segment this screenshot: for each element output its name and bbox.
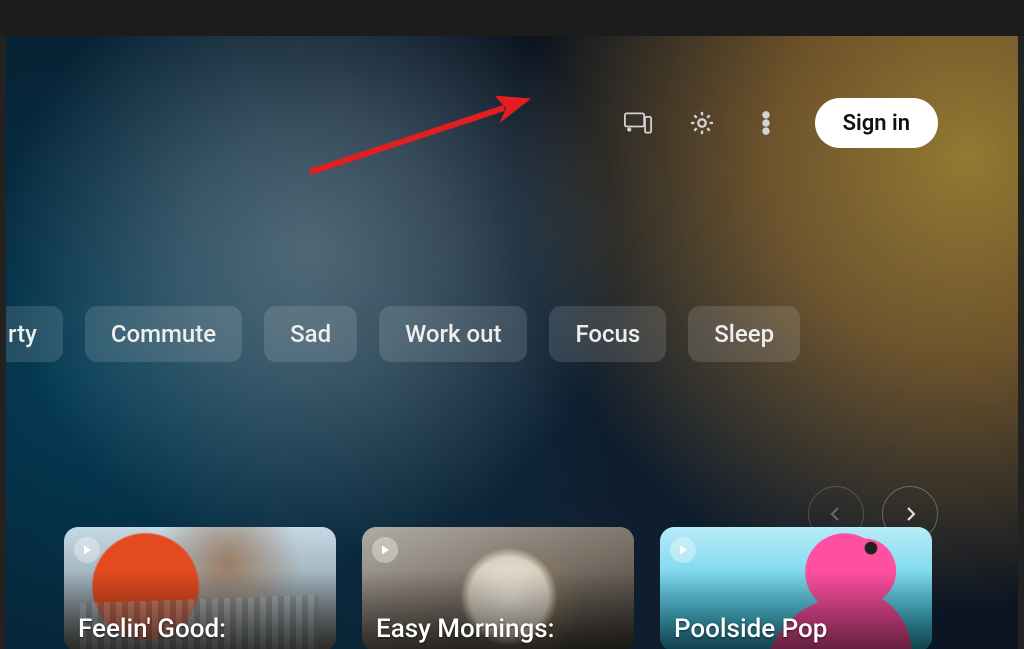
mood-chip-workout[interactable]: Work out — [379, 306, 527, 362]
mood-chip-focus[interactable]: Focus — [549, 306, 666, 362]
card-title: Easy Mornings: — [376, 615, 555, 645]
sign-in-label: Sign in — [843, 111, 910, 136]
mood-chip-row: rty Commute Sad Work out Focus Sleep — [6, 306, 800, 362]
header-actions: Sign in — [623, 98, 938, 148]
more-options-icon[interactable] — [751, 108, 781, 138]
playlist-card-morn[interactable]: Easy Mornings: — [362, 527, 634, 649]
sign-in-button[interactable]: Sign in — [815, 98, 938, 148]
play-icon — [372, 537, 398, 563]
window-titlebar — [0, 0, 1024, 36]
card-title: Poolside Pop — [674, 615, 827, 645]
app-surface: Sign in rtyCommuteSadWork outFocusSleep … — [6, 36, 1018, 649]
playlist-card-pool[interactable]: Poolside Pop — [660, 527, 932, 649]
mood-chip-commute[interactable]: Commute — [85, 306, 242, 362]
mood-chip-party[interactable]: rty — [6, 306, 63, 362]
card-title: Feelin' Good: — [78, 615, 226, 645]
cast-devices-icon[interactable] — [623, 108, 653, 138]
mood-chip-sad[interactable]: Sad — [264, 306, 357, 362]
annotation-arrow — [304, 84, 538, 184]
playlist-card-row: Feelin' Good: Easy Mornings: Poolside Pop — [64, 527, 1018, 649]
settings-icon[interactable] — [687, 108, 717, 138]
play-icon — [74, 537, 100, 563]
playlist-card-good[interactable]: Feelin' Good: — [64, 527, 336, 649]
play-icon — [670, 537, 696, 563]
mood-chip-sleep[interactable]: Sleep — [688, 306, 800, 362]
